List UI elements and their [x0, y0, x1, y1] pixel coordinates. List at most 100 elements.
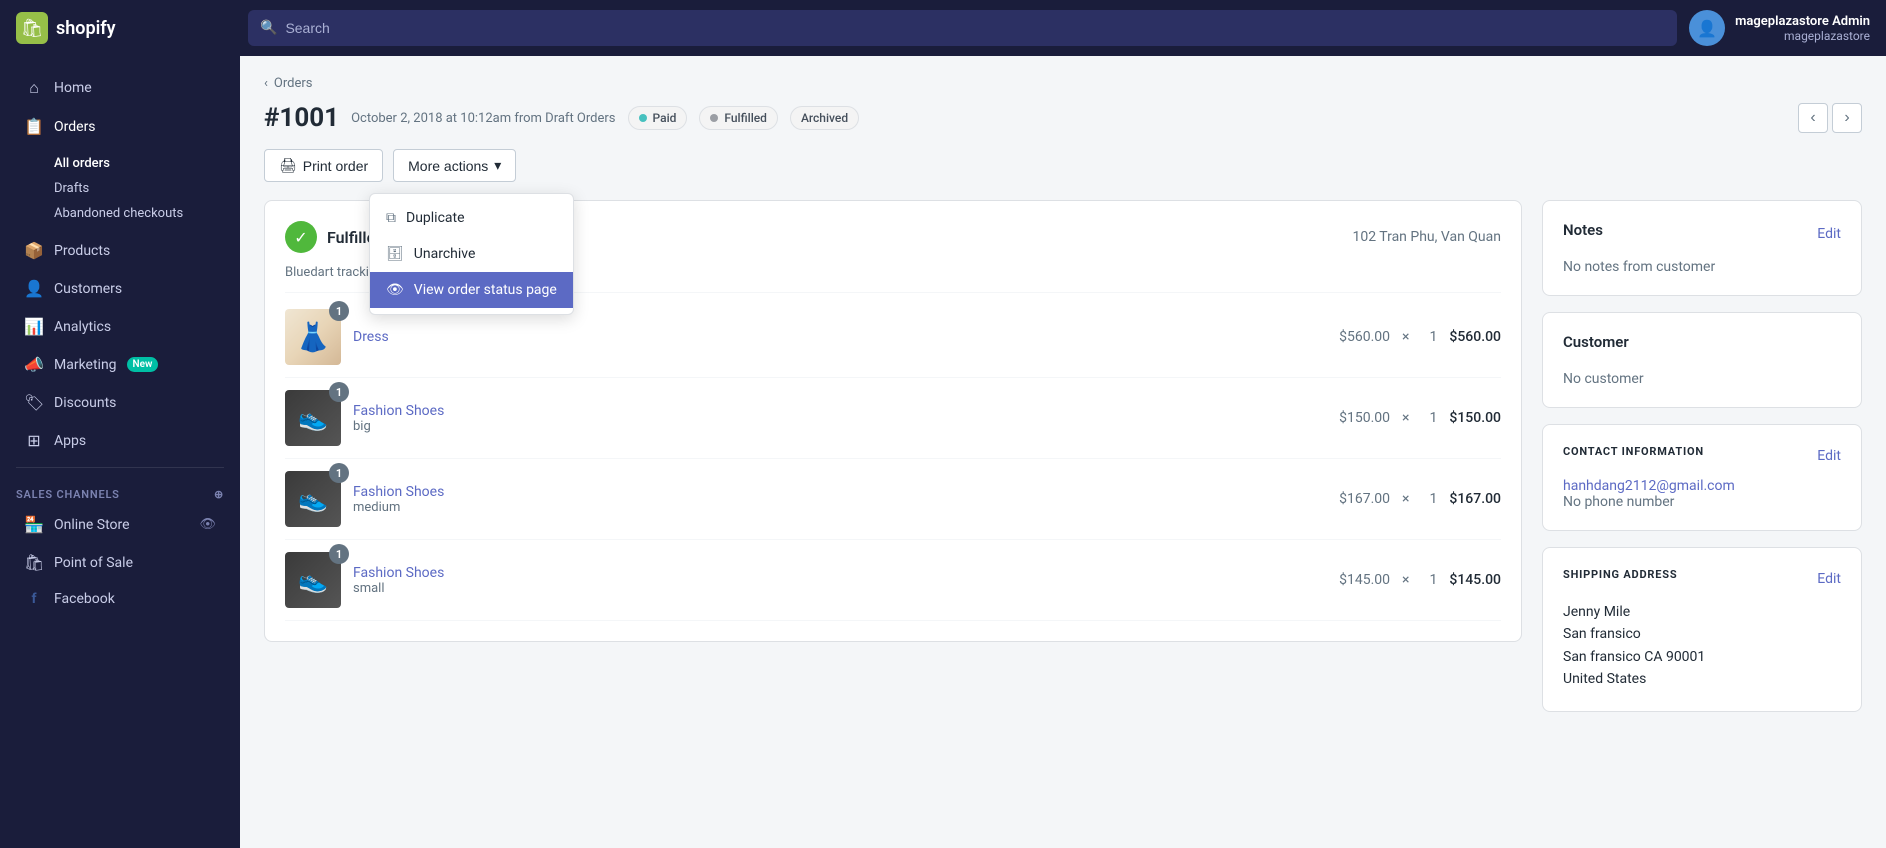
item-details: Dress — [353, 329, 1327, 345]
app-body: ⌂ Home 📋 Orders All orders Drafts Abando… — [0, 56, 1886, 848]
item-total: $560.00 — [1449, 329, 1501, 345]
item-pricing: $150.00 × 1 $150.00 — [1339, 410, 1501, 426]
item-name-link[interactable]: Fashion Shoes — [353, 565, 1327, 581]
item-pricing: $560.00 × 1 $560.00 — [1339, 329, 1501, 345]
shipping-label: SHIPPING ADDRESS — [1563, 568, 1677, 581]
sidebar-item-facebook[interactable]: f Facebook — [8, 582, 232, 616]
no-customer-text: No customer — [1563, 371, 1841, 387]
badge-paid-label: Paid — [653, 111, 677, 125]
item-image-wrap: 1 — [285, 309, 341, 365]
notes-card: Notes Edit No notes from customer — [1542, 200, 1862, 296]
view-icon: 👁 — [386, 282, 404, 298]
item-price: $145.00 — [1339, 572, 1390, 588]
sidebar-item-drafts[interactable]: Drafts — [46, 176, 240, 201]
sidebar-item-analytics[interactable]: 📊 Analytics — [8, 308, 232, 345]
fulfillment-check-icon: ✓ — [285, 221, 317, 253]
search-bar[interactable]: 🔍 — [248, 10, 1677, 46]
sidebar-label-facebook: Facebook — [54, 591, 115, 607]
breadcrumb-orders-link[interactable]: Orders — [274, 76, 313, 91]
customer-title: Customer — [1563, 333, 1629, 351]
printer-icon: 🖨 — [279, 157, 297, 174]
sidebar-label-discounts: Discounts — [54, 395, 116, 411]
sidebar-item-all-orders[interactable]: All orders — [46, 151, 240, 176]
dropdown-duplicate[interactable]: ⧉ Duplicate — [370, 200, 573, 236]
item-qty-x: × — [1402, 329, 1409, 345]
sidebar-item-online-store[interactable]: 🏪 Online Store 👁 — [8, 506, 232, 543]
item-image-wrap: 1 — [285, 471, 341, 527]
sidebar-divider — [16, 467, 224, 468]
item-variant: small — [353, 581, 1327, 596]
order-item: 1 Fashion Shoes small $145.00 × 1 $145.0… — [285, 540, 1501, 621]
more-actions-button[interactable]: More actions ▾ — [393, 149, 516, 182]
dropdown-view-status[interactable]: 👁 View order status page — [370, 272, 573, 308]
item-pricing: $145.00 × 1 $145.00 — [1339, 572, 1501, 588]
item-qty-badge: 1 — [329, 463, 349, 483]
item-name-link[interactable]: Fashion Shoes — [353, 484, 1327, 500]
search-input[interactable] — [285, 20, 1665, 36]
user-area: 👤 mageplazastore Admin mageplazastore — [1689, 10, 1870, 46]
notes-header: Notes Edit — [1563, 221, 1841, 247]
dropdown-unarchive[interactable]: 🗄 Unarchive — [370, 236, 573, 272]
sidebar-item-home[interactable]: ⌂ Home — [8, 69, 232, 107]
shipping-state-zip: San fransico CA 90001 — [1563, 646, 1841, 668]
sidebar-item-pos[interactable]: 🛍 Point of Sale — [8, 544, 232, 581]
orders-icon: 📋 — [24, 117, 44, 136]
sidebar-label-products: Products — [54, 243, 110, 259]
discounts-icon: 🏷 — [24, 393, 44, 412]
item-pricing: $167.00 × 1 $167.00 — [1339, 491, 1501, 507]
orders-submenu: All orders Drafts Abandoned checkouts — [0, 146, 240, 231]
item-name-link[interactable]: Fashion Shoes — [353, 403, 1327, 419]
paid-dot — [639, 114, 647, 122]
add-channel-icon[interactable]: ⊕ — [214, 488, 224, 501]
sidebar-item-customers[interactable]: 👤 Customers — [8, 270, 232, 307]
order-meta: October 2, 2018 at 10:12am from Draft Or… — [351, 111, 615, 126]
nav-arrows: ‹ › — [1798, 103, 1862, 133]
duplicate-icon: ⧉ — [386, 210, 396, 226]
next-order-button[interactable]: › — [1832, 103, 1862, 133]
analytics-icon: 📊 — [24, 317, 44, 336]
item-details: Fashion Shoes big — [353, 403, 1327, 434]
notes-title: Notes — [1563, 221, 1603, 239]
contact-edit-link[interactable]: Edit — [1817, 448, 1841, 464]
contact-email[interactable]: hanhdang2112@gmail.com — [1563, 478, 1841, 494]
badge-fulfilled: Fulfilled — [699, 106, 778, 130]
main-content: ‹ Orders #1001 October 2, 2018 at 10:12a… — [240, 56, 1886, 848]
sidebar-item-abandoned[interactable]: Abandoned checkouts — [46, 201, 240, 226]
order-item: 1 Fashion Shoes medium $167.00 × 1 $167.… — [285, 459, 1501, 540]
prev-order-button[interactable]: ‹ — [1798, 103, 1828, 133]
item-qty-x: × — [1402, 410, 1409, 426]
shipping-country: United States — [1563, 668, 1841, 690]
sidebar-item-products[interactable]: 📦 Products — [8, 232, 232, 269]
more-actions-label: More actions — [408, 158, 488, 174]
print-order-button[interactable]: 🖨 Print order — [264, 149, 383, 182]
item-qty-badge: 1 — [329, 544, 349, 564]
item-total: $150.00 — [1449, 410, 1501, 426]
contact-card: CONTACT INFORMATION Edit hanhdang2112@gm… — [1542, 424, 1862, 531]
sidebar-item-orders[interactable]: 📋 Orders — [8, 108, 232, 145]
new-badge: New — [127, 357, 159, 372]
notes-empty-text: No notes from customer — [1563, 259, 1841, 275]
sidebar-item-apps[interactable]: ⊞ Apps — [8, 422, 232, 459]
fulfillment-address: 102 Tran Phu, Van Quan — [1352, 229, 1501, 245]
search-icon: 🔍 — [260, 20, 277, 36]
item-qty-num: 1 — [1429, 329, 1437, 345]
shipping-card: SHIPPING ADDRESS Edit Jenny Mile San fra… — [1542, 547, 1862, 712]
right-column: Notes Edit No notes from customer Custom… — [1542, 200, 1862, 728]
user-info: mageplazastore Admin mageplazastore — [1735, 14, 1870, 43]
item-image-wrap: 1 — [285, 552, 341, 608]
user-store: mageplazastore — [1735, 29, 1870, 43]
item-image-wrap: 1 — [285, 390, 341, 446]
view-status-label: View order status page — [414, 282, 557, 298]
sidebar-item-discounts[interactable]: 🏷 Discounts — [8, 384, 232, 421]
item-qty-num: 1 — [1429, 491, 1437, 507]
notes-edit-link[interactable]: Edit — [1817, 226, 1841, 242]
duplicate-label: Duplicate — [406, 210, 465, 226]
shopify-logo-icon: 🛍 — [16, 12, 48, 44]
sidebar-item-marketing[interactable]: 📣 Marketing New — [8, 346, 232, 383]
item-name-link[interactable]: Dress — [353, 329, 1327, 345]
badge-archived-label: Archived — [801, 111, 848, 125]
shipping-edit-link[interactable]: Edit — [1817, 571, 1841, 587]
online-store-eye-icon: 👁 — [199, 517, 216, 532]
fulfilled-dot — [710, 114, 718, 122]
badge-fulfilled-label: Fulfilled — [724, 111, 767, 125]
